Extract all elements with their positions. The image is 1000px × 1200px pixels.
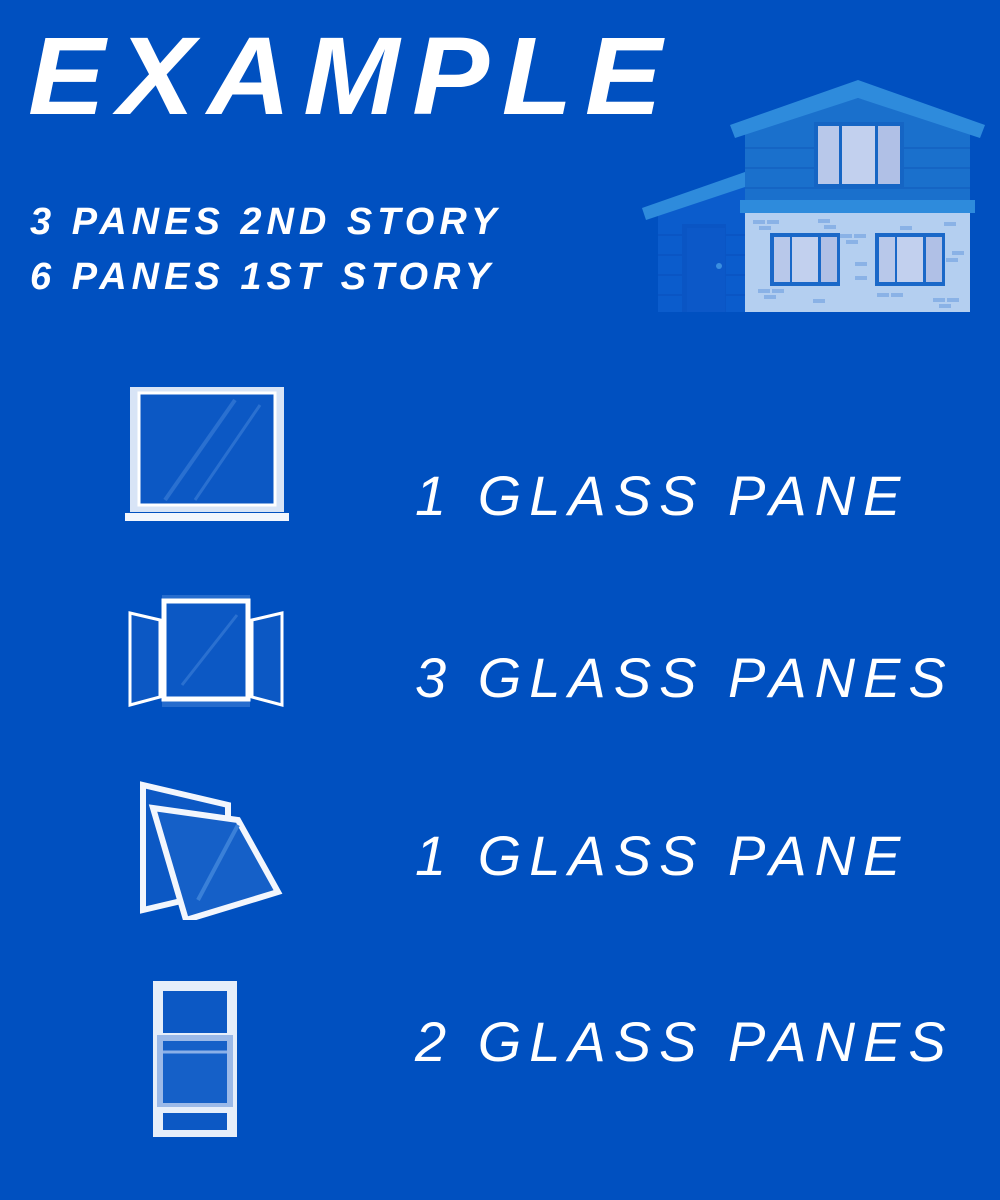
window-label-double-hung: 2 GLASS PANES [415,1010,954,1073]
picture-window-icon [125,387,289,521]
double-hung-window-icon [153,981,237,1137]
window-label-bay: 3 GLASS PANES [415,646,954,709]
window-label-awning: 1 GLASS PANE [415,824,909,887]
window-label-picture: 1 GLASS PANE [415,464,909,527]
page-title: EXAMPLE [28,15,675,138]
example-line-1st-story: 6 PANES 1ST STORY [30,256,496,298]
awning-window-icon [140,781,283,920]
house-icon [642,80,985,312]
bay-window-icon [128,595,284,707]
example-line-2nd-story: 3 PANES 2ND STORY [30,201,502,243]
